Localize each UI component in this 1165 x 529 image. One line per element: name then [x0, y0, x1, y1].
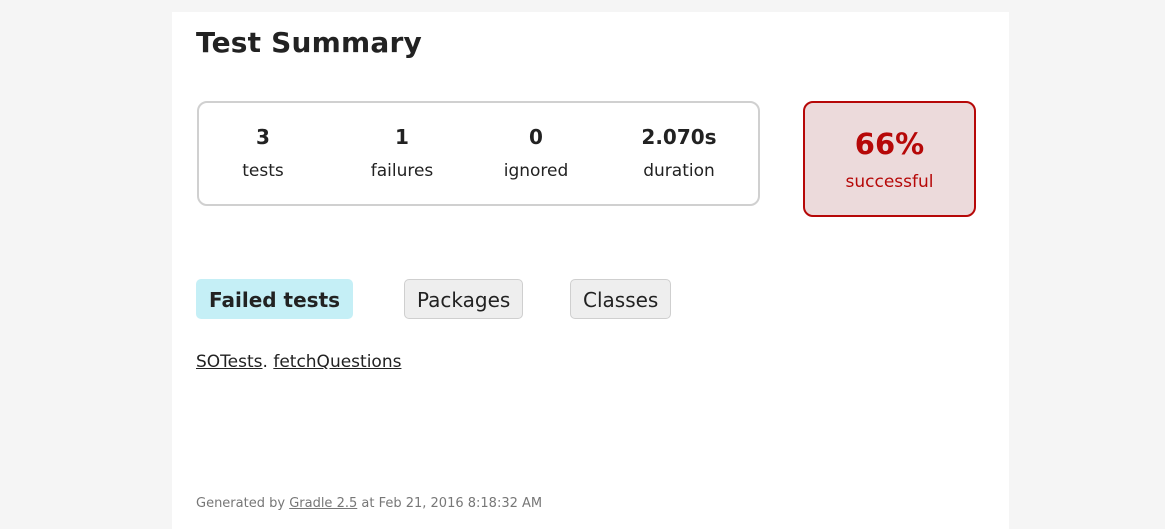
failed-test-class-link[interactable]: SOTests	[196, 352, 263, 372]
success-label: successful	[845, 172, 934, 192]
gradle-link[interactable]: Gradle 2.5	[289, 496, 357, 511]
footer-timestamp: at Feb 21, 2016 8:18:32 AM	[357, 496, 543, 511]
ignored-count: 0	[529, 125, 543, 149]
failures-label: failures	[370, 161, 434, 181]
summary-box: 3 tests 1 failures 0 ignored 2.070s dura…	[197, 101, 760, 206]
page-title: Test Summary	[196, 26, 422, 59]
failures-count: 1	[395, 125, 409, 149]
success-rate-box: 66% successful	[803, 101, 976, 217]
duration-label: duration	[643, 161, 715, 181]
duration-counter: 2.070s duration	[619, 123, 739, 182]
footer: Generated by Gradle 2.5 at Feb 21, 2016 …	[196, 496, 542, 511]
footer-prefix: Generated by	[196, 496, 290, 511]
ignored-label: ignored	[503, 161, 569, 181]
failed-test-entry: SOTests. fetchQuestions	[196, 352, 401, 372]
tests-counter: 3 tests	[203, 123, 323, 182]
tab-failed-tests[interactable]: Failed tests	[196, 279, 354, 319]
tests-count: 3	[256, 125, 270, 149]
failed-test-separator: .	[262, 352, 268, 372]
report-page: Test Summary 3 tests 1 failures 0 ignore…	[172, 12, 1009, 529]
success-rate: 66%	[854, 127, 925, 161]
duration-value: 2.070s	[641, 125, 717, 149]
tab-classes[interactable]: Classes	[570, 279, 672, 319]
tests-label: tests	[242, 161, 284, 181]
failures-counter: 1 failures	[342, 123, 462, 182]
ignored-counter: 0 ignored	[476, 123, 596, 182]
tab-packages[interactable]: Packages	[404, 279, 524, 319]
failed-test-method-link[interactable]: fetchQuestions	[273, 352, 401, 372]
